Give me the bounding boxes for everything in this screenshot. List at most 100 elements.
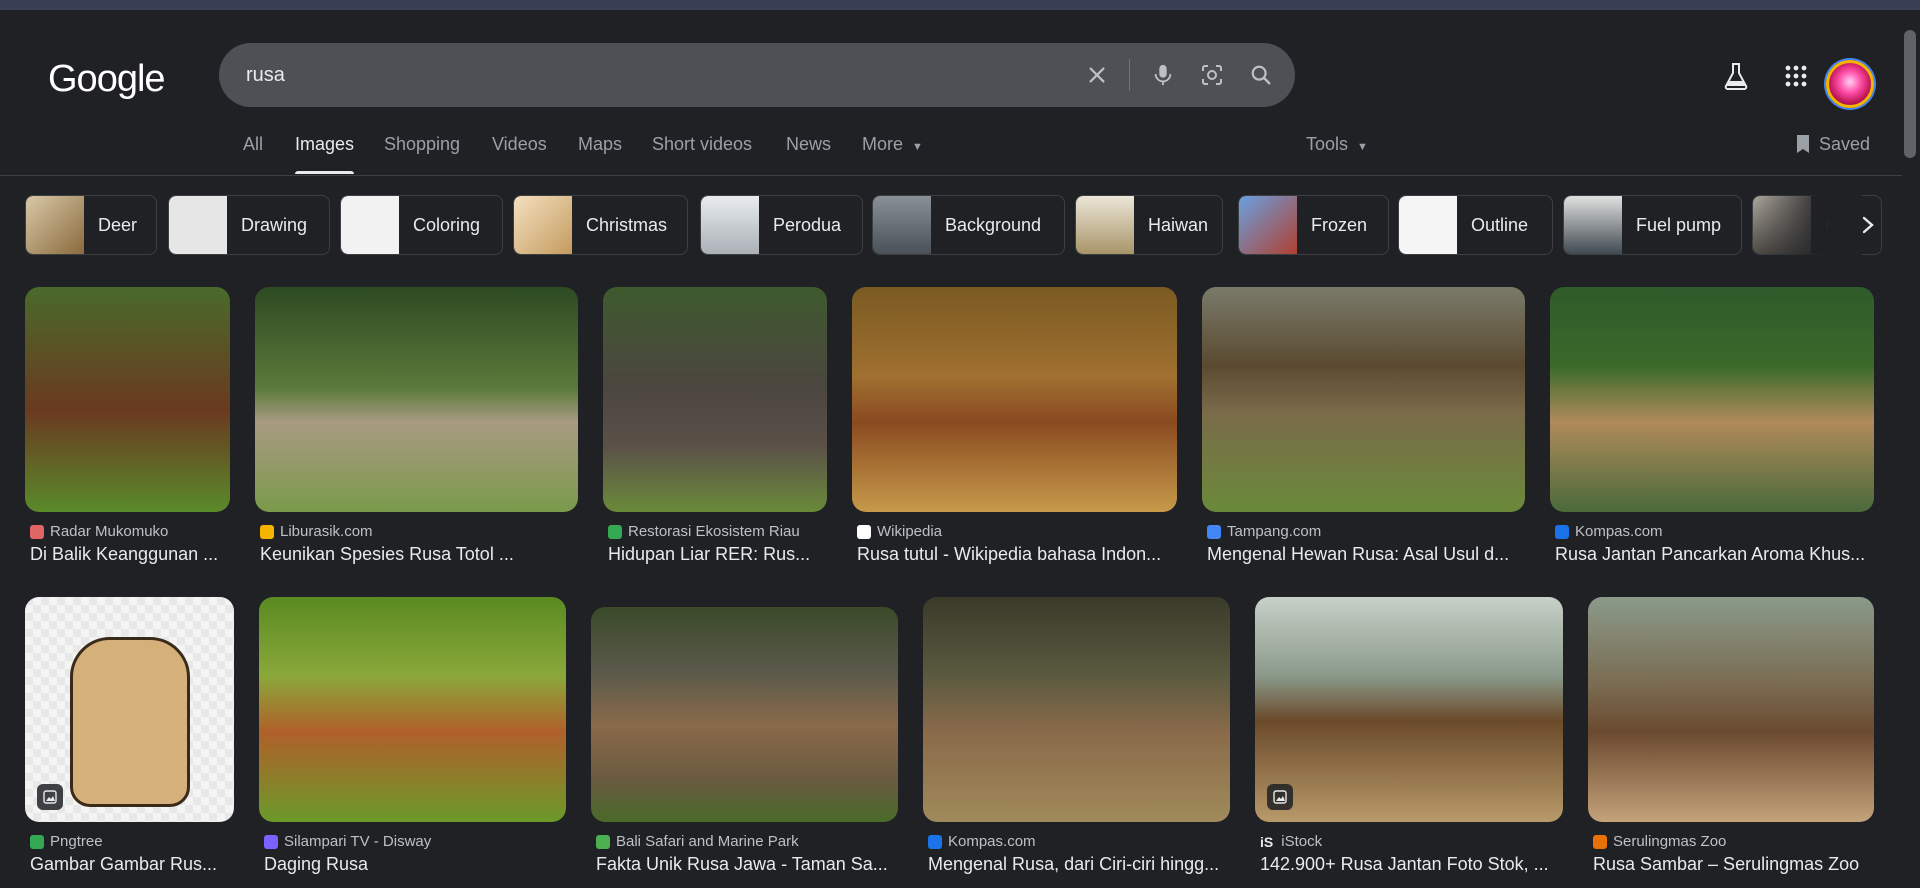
result-source[interactable]: Kompas.com: [1555, 523, 1663, 540]
scrollbar-thumb[interactable]: [1904, 30, 1916, 158]
chip-thumbnail: [341, 196, 399, 254]
tools-label: Tools: [1306, 134, 1349, 154]
grid-icon[interactable]: [1780, 60, 1812, 92]
result-source-name: Silampari TV - Disway: [284, 833, 432, 850]
close-icon[interactable]: [1081, 59, 1113, 91]
result-image[interactable]: [255, 287, 578, 512]
chip-perodua[interactable]: Perodua: [700, 195, 863, 255]
tab-more[interactable]: More ▼: [862, 134, 923, 155]
camera-lens-icon[interactable]: [1196, 59, 1228, 91]
result-source[interactable]: Liburasik.com: [260, 523, 373, 540]
result-title[interactable]: Rusa Jantan Pancarkan Aroma Khus...: [1555, 544, 1875, 565]
result-source-name: Restorasi Ekosistem Riau: [628, 523, 800, 540]
result-source[interactable]: Serulingmas Zoo: [1593, 833, 1726, 850]
image-result[interactable]: Pngtree Gambar Gambar Rus...: [25, 597, 234, 880]
result-image[interactable]: [1588, 597, 1874, 822]
image-result[interactable]: Restorasi Ekosistem Riau Hidupan Liar RE…: [603, 287, 827, 570]
result-image[interactable]: [591, 607, 898, 822]
image-result[interactable]: Bali Safari and Marine Park Fakta Unik R…: [591, 597, 898, 880]
chip-label: Haiwan: [1148, 214, 1209, 235]
chip-drawing[interactable]: Drawing: [168, 195, 330, 255]
result-image[interactable]: [25, 287, 230, 512]
tab-videos[interactable]: Videos: [492, 134, 547, 155]
result-source-name: Radar Mukomuko: [50, 523, 169, 540]
search-bar[interactable]: [219, 43, 1295, 107]
result-image[interactable]: [1550, 287, 1874, 512]
result-title[interactable]: Di Balik Keanggunan ...: [30, 544, 230, 565]
result-image[interactable]: [1202, 287, 1525, 512]
tab-shopping[interactable]: Shopping: [384, 134, 460, 155]
favicon: [264, 834, 278, 849]
result-image[interactable]: [603, 287, 827, 512]
tab-short-videos[interactable]: Short videos: [652, 134, 752, 155]
tab-more-label: More: [862, 134, 904, 154]
chip-label: Deer: [98, 214, 138, 235]
chip-label: Drawing: [241, 214, 308, 235]
result-title[interactable]: Keunikan Spesies Rusa Totol ...: [260, 544, 580, 565]
flask-icon[interactable]: [1720, 60, 1752, 92]
image-result[interactable]: Serulingmas Zoo Rusa Sambar – Serulingma…: [1588, 597, 1874, 880]
result-source-name: iStock: [1281, 833, 1323, 850]
result-title[interactable]: Gambar Gambar Rus...: [30, 854, 235, 875]
image-result[interactable]: iS iStock 142.900+ Rusa Jantan Foto Stok…: [1255, 597, 1563, 880]
image-result[interactable]: Kompas.com Rusa Jantan Pancarkan Aroma K…: [1550, 287, 1874, 570]
image-result[interactable]: Wikipedia Rusa tutul - Wikipedia bahasa …: [852, 287, 1177, 570]
tab-news[interactable]: News: [786, 134, 831, 155]
tools-menu[interactable]: Tools ▼: [1306, 134, 1368, 155]
image-icon: [1267, 784, 1293, 810]
result-source-name: Tampang.com: [1227, 523, 1322, 540]
chip-outline[interactable]: Outline: [1398, 195, 1553, 255]
google-logo[interactable]: Google: [48, 58, 166, 101]
result-title[interactable]: 142.900+ Rusa Jantan Foto Stok, ...: [1260, 854, 1560, 875]
chip-fuel-pump[interactable]: Fuel pump: [1563, 195, 1742, 255]
search-input[interactable]: [244, 43, 1044, 107]
search-icon[interactable]: [1245, 59, 1277, 91]
image-result[interactable]: Radar Mukomuko Di Balik Keanggunan ...: [25, 287, 230, 570]
tab-maps[interactable]: Maps: [578, 134, 622, 155]
saved-link[interactable]: Saved: [1795, 134, 1870, 159]
caret-down-icon: ▼: [1357, 141, 1368, 153]
tab-images[interactable]: Images: [295, 134, 354, 155]
result-source[interactable]: Silampari TV - Disway: [264, 833, 431, 850]
chip-christmas[interactable]: Christmas: [513, 195, 688, 255]
result-source[interactable]: iS iStock: [1260, 833, 1322, 850]
result-source[interactable]: Pngtree: [30, 833, 103, 850]
chip-haiwan[interactable]: Haiwan: [1075, 195, 1223, 255]
result-image[interactable]: [923, 597, 1230, 822]
chip-background[interactable]: Background: [872, 195, 1065, 255]
avatar[interactable]: [1826, 60, 1874, 108]
image-result[interactable]: Liburasik.com Keunikan Spesies Rusa Toto…: [255, 287, 578, 570]
result-source[interactable]: Tampang.com: [1207, 523, 1321, 540]
result-source[interactable]: Wikipedia: [857, 523, 942, 540]
chip-deer[interactable]: Deer: [25, 195, 157, 255]
result-image[interactable]: [1255, 597, 1563, 822]
result-source[interactable]: Restorasi Ekosistem Riau: [608, 523, 800, 540]
chip-thumbnail: [169, 196, 227, 254]
result-image[interactable]: [852, 287, 1177, 512]
image-result[interactable]: Kompas.com Mengenal Rusa, dari Ciri-ciri…: [923, 597, 1230, 880]
favicon: [30, 524, 44, 539]
result-image[interactable]: [259, 597, 566, 822]
result-source[interactable]: Kompas.com: [928, 833, 1036, 850]
favicon: [1207, 524, 1221, 539]
favicon: [30, 834, 44, 849]
image-result[interactable]: Silampari TV - Disway Daging Rusa: [259, 597, 566, 880]
refinement-chips: Deer Drawing Coloring Christmas Perodua …: [0, 195, 1900, 257]
result-title[interactable]: Hidupan Liar RER: Rus...: [608, 544, 828, 565]
result-title[interactable]: Rusa tutul - Wikipedia bahasa Indon...: [857, 544, 1177, 565]
image-result[interactable]: Tampang.com Mengenal Hewan Rusa: Asal Us…: [1202, 287, 1525, 570]
istock-logo: iS: [1260, 833, 1274, 850]
window-top-strip: [0, 0, 1920, 10]
result-title[interactable]: Fakta Unik Rusa Jawa - Taman Sa...: [596, 854, 896, 875]
result-title[interactable]: Mengenal Rusa, dari Ciri-ciri hingg...: [928, 854, 1228, 875]
result-source[interactable]: Radar Mukomuko: [30, 523, 168, 540]
chip-frozen[interactable]: Frozen: [1238, 195, 1389, 255]
result-title[interactable]: Mengenal Hewan Rusa: Asal Usul d...: [1207, 544, 1527, 565]
microphone-icon[interactable]: [1147, 59, 1179, 91]
chip-coloring[interactable]: Coloring: [340, 195, 503, 255]
tab-all[interactable]: All: [243, 134, 263, 155]
result-title[interactable]: Rusa Sambar – Serulingmas Zoo: [1593, 854, 1879, 875]
result-title[interactable]: Daging Rusa: [264, 854, 564, 875]
result-source[interactable]: Bali Safari and Marine Park: [596, 833, 799, 850]
chevron-right-icon[interactable]: [1850, 207, 1886, 243]
